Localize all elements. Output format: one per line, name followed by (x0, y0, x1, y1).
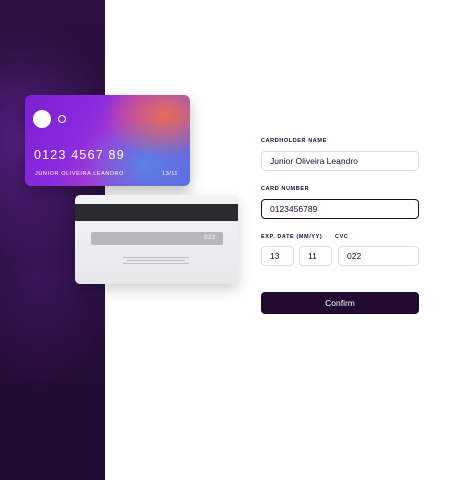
card-form: CARDHOLDER NAME CARD NUMBER EXP. DATE (M… (261, 138, 421, 314)
cardholder-name-input[interactable] (261, 151, 419, 171)
card-front-expiry: 13/11 (162, 171, 178, 177)
confirm-button[interactable]: Confirm (261, 292, 419, 314)
card-front-holder: JUNIOR OLIVEIRA LEANDRO (35, 171, 124, 177)
card-back: 022 (75, 195, 238, 284)
cvc-label: CVC (335, 234, 349, 240)
card-number-input[interactable] (261, 199, 419, 219)
exp-year-input[interactable] (299, 246, 332, 266)
card-back-cvc: 022 (204, 235, 216, 241)
cvc-input[interactable] (338, 246, 419, 266)
card-back-pattern-line (123, 263, 189, 264)
card-logo-circle-filled (33, 110, 51, 128)
card-back-pattern-line (123, 257, 189, 258)
exp-date-label: EXP. DATE (MM/YY) (261, 234, 323, 240)
left-panel-fade (0, 0, 105, 90)
card-back-pattern-line (127, 260, 185, 261)
exp-month-input[interactable] (261, 246, 294, 266)
card-number-label: CARD NUMBER (261, 186, 310, 192)
cardholder-name-label: CARDHOLDER NAME (261, 138, 327, 144)
card-front: 0123 4567 89 JUNIOR OLIVEIRA LEANDRO 13/… (25, 95, 190, 186)
card-logo-circle-outline (58, 115, 66, 123)
card-front-number: 0123 4567 89 (34, 148, 125, 162)
signature-strip: 022 (91, 232, 223, 245)
card-details-page: 0123 4567 89 JUNIOR OLIVEIRA LEANDRO 13/… (0, 0, 470, 480)
magnetic-strip (75, 204, 238, 221)
